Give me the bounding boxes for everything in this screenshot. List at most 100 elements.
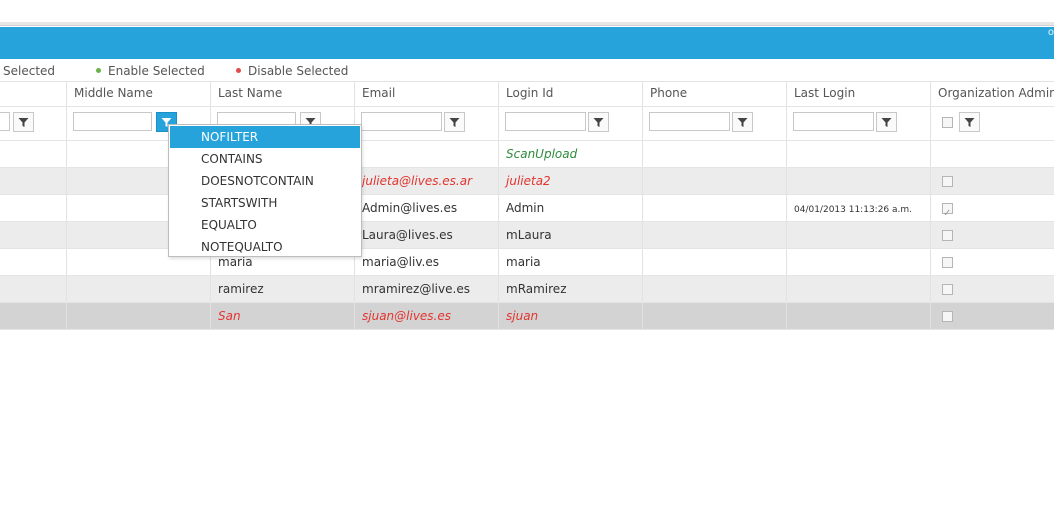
organization-admin-checkbox[interactable] (942, 230, 953, 241)
table-cell (931, 303, 1054, 329)
table-cell (931, 249, 1054, 275)
table-cell (67, 303, 211, 329)
cell-login-id: ScanUpload (506, 147, 578, 161)
filter-input-last-login[interactable] (793, 112, 874, 131)
filter-input-email[interactable] (361, 112, 442, 131)
enable-selected-button[interactable]: Enable Selected (96, 64, 205, 78)
filter-option-equalto[interactable]: EQUALTO (170, 214, 360, 236)
column-header-label: Middle Name (74, 86, 153, 100)
filter-option-startswith[interactable]: STARTSWITH (170, 192, 360, 214)
organization-admin-checkbox[interactable] (942, 284, 953, 295)
table-row[interactable]: maria maria@liv.es maria (0, 249, 1054, 276)
table-row[interactable]: Admin@lives.es Admin 04/01/2013 11:13:26 a… (0, 195, 1054, 222)
table-cell: julieta@lives.es.ar (355, 168, 499, 194)
organization-admin-checkbox[interactable] (942, 311, 953, 322)
column-header-last-login[interactable]: Last Login (787, 81, 931, 106)
organization-admin-checkbox[interactable] (942, 257, 953, 268)
organization-admin-checkbox[interactable] (942, 201, 953, 221)
column-header-label: Login Id (506, 86, 554, 100)
table-cell (931, 168, 1054, 194)
cell-email: julieta@lives.es.ar (362, 174, 473, 188)
filter-input-login-id[interactable] (505, 112, 586, 131)
filter-option-contains[interactable]: CONTAINS (170, 148, 360, 170)
column-header-organization-admin[interactable]: Organization Admin (931, 81, 1054, 106)
filter-icon (881, 118, 892, 127)
table-cell (787, 168, 931, 194)
table-cell (643, 141, 787, 167)
filter-button-organization-admin[interactable] (959, 112, 980, 132)
top-divider (0, 22, 1054, 26)
table-cell: 04/01/2013 11:13:26 a.m. (787, 195, 931, 221)
grid-filter-row (0, 107, 1054, 141)
filter-button-email[interactable] (444, 112, 465, 132)
filter-cell (499, 107, 643, 140)
filter-option-doesnotcontain[interactable]: DOESNOTCONTAIN (170, 170, 360, 192)
table-cell (643, 303, 787, 329)
table-cell: sjuan (499, 303, 643, 329)
filter-input-middle-name[interactable] (73, 112, 152, 131)
table-cell (643, 195, 787, 221)
column-header-login-id[interactable]: Login Id (499, 81, 643, 106)
filter-option-notequalto[interactable]: NOTEQUALTO (170, 236, 360, 258)
column-header-label: Organization Admin (938, 86, 1054, 100)
table-cell: mLaura (499, 222, 643, 248)
table-cell (643, 276, 787, 302)
cell-login-id: julieta2 (506, 174, 551, 188)
enable-dot-icon (96, 68, 101, 73)
filter-button[interactable] (13, 112, 34, 132)
cell-last-name: ramirez (218, 282, 264, 296)
filter-cell (0, 107, 67, 140)
filter-button-last-login[interactable] (876, 112, 897, 132)
cell-email: sjuan@lives.es (362, 309, 452, 323)
grid-header-row: Middle Name Last Name Email Login Id Pho… (0, 81, 1054, 107)
cell-login-id: maria (506, 255, 541, 269)
table-cell (931, 222, 1054, 248)
organization-admin-checkbox[interactable] (942, 176, 953, 187)
column-header-middle-name[interactable]: Middle Name (67, 81, 211, 106)
filter-button-login-id[interactable] (588, 112, 609, 132)
cell-login-id: mLaura (506, 228, 552, 242)
filter-cell (643, 107, 787, 140)
grid-toolbar: Selected Enable Selected Disable Selecte… (0, 60, 1054, 82)
table-cell (787, 303, 931, 329)
table-cell (0, 168, 67, 194)
table-cell: San (211, 303, 355, 329)
enable-selected-label: Enable Selected (108, 64, 205, 78)
filter-input-phone[interactable] (649, 112, 730, 131)
table-row[interactable]: Laura@lives.es mLaura (0, 222, 1054, 249)
table-row[interactable]: ScanUpload (0, 141, 1054, 168)
table-row[interactable]: ramirez mramirez@live.es mRamirez (0, 276, 1054, 303)
cell-login-id: Admin (506, 201, 545, 215)
disable-selected-button[interactable]: Disable Selected (236, 64, 348, 78)
cell-login-id: sjuan (506, 309, 539, 323)
column-header-last-name[interactable]: Last Name (211, 81, 355, 106)
table-row[interactable]: San sjuan@lives.es sjuan (0, 303, 1054, 330)
table-cell: mramirez@live.es (355, 276, 499, 302)
filter-option-nofilter[interactable]: NOFILTER (170, 126, 360, 148)
table-row[interactable]: julieta@lives.es.ar julieta2 (0, 168, 1054, 195)
filter-input[interactable] (0, 112, 10, 131)
grid-title-bar: o (0, 27, 1054, 59)
table-cell: Laura@lives.es (355, 222, 499, 248)
column-header-phone[interactable]: Phone (643, 81, 787, 106)
filter-icon (593, 118, 604, 127)
table-cell: sjuan@lives.es (355, 303, 499, 329)
selected-button[interactable]: Selected (3, 64, 55, 78)
column-header-email[interactable]: Email (355, 81, 499, 106)
filter-cell (787, 107, 931, 140)
filter-button-phone[interactable] (732, 112, 753, 132)
column-header-first[interactable] (0, 81, 67, 106)
table-cell (0, 141, 67, 167)
filter-cell (355, 107, 499, 140)
filter-icon (737, 118, 748, 127)
table-cell (931, 141, 1054, 167)
table-cell (787, 141, 931, 167)
cell-login-id: mRamirez (506, 282, 567, 296)
filter-checkbox-organization-admin[interactable] (942, 117, 953, 128)
table-cell (931, 195, 1054, 221)
filter-icon (449, 118, 460, 127)
cell-email: mramirez@live.es (362, 282, 470, 296)
cell-email: Admin@lives.es (362, 201, 458, 215)
table-cell (0, 195, 67, 221)
table-cell: Admin (499, 195, 643, 221)
